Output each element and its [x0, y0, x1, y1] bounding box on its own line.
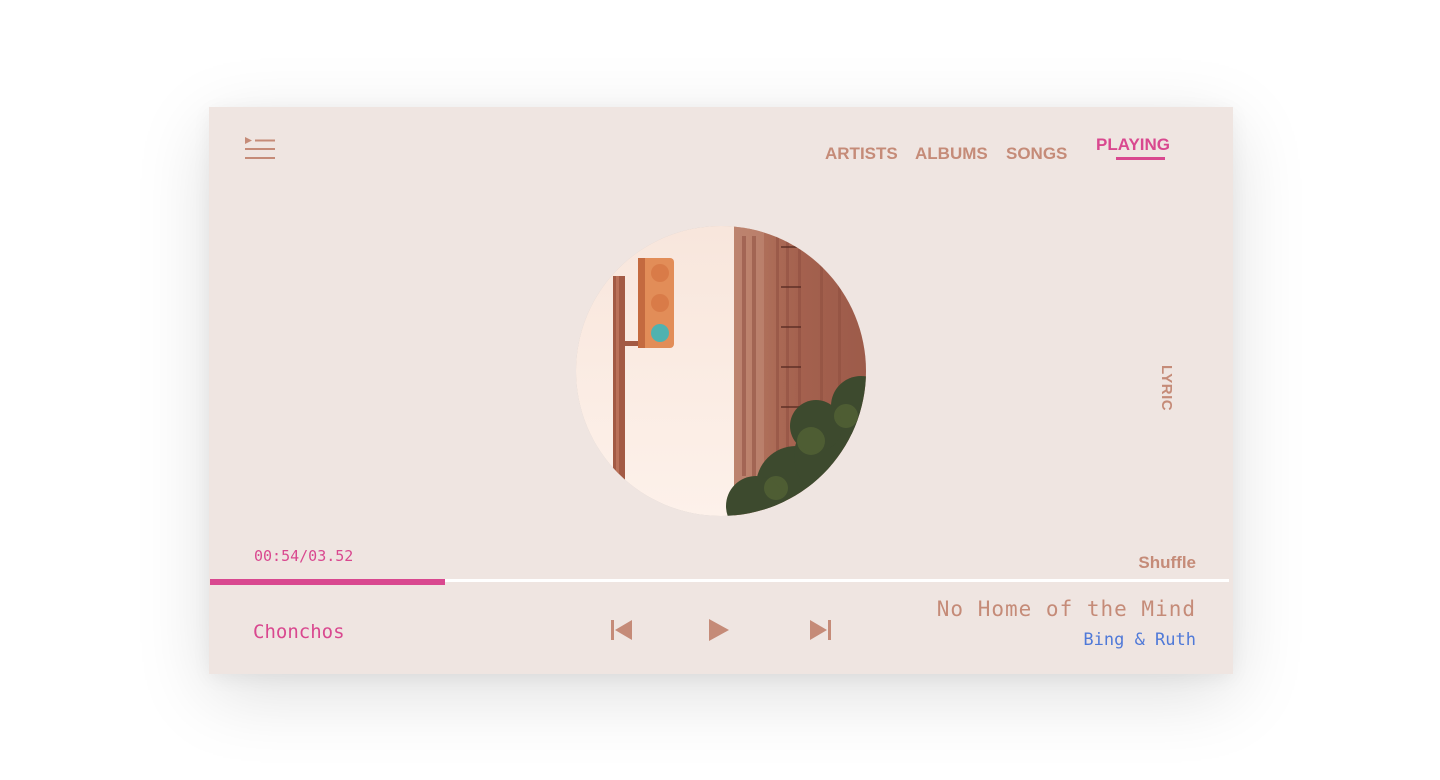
time-display: 00:54/03.52: [254, 547, 354, 565]
play-icon: [709, 619, 729, 641]
previous-button[interactable]: [607, 615, 637, 645]
progress-bar[interactable]: [210, 579, 1229, 585]
playlist-menu-icon: [245, 137, 275, 159]
track-artist[interactable]: Bing & Ruth: [1083, 630, 1196, 650]
current-playlist-name[interactable]: Chonchos: [253, 621, 345, 643]
playlist-menu-button[interactable]: [243, 135, 277, 163]
music-player: ARTISTS ALBUMS SONGS PLAYING LYRIC 00:54…: [209, 107, 1233, 674]
active-tab-indicator: [1116, 157, 1165, 160]
play-button[interactable]: [704, 615, 734, 645]
skip-next-icon: [810, 620, 831, 640]
tab-playing[interactable]: PLAYING: [1096, 135, 1170, 160]
tab-songs[interactable]: SONGS: [1006, 144, 1067, 164]
track-title: No Home of the Mind: [936, 597, 1196, 621]
tab-albums[interactable]: ALBUMS: [915, 144, 988, 164]
lyric-toggle[interactable]: LYRIC: [1158, 365, 1175, 411]
shuffle-button[interactable]: Shuffle: [1138, 553, 1196, 573]
next-button[interactable]: [805, 615, 835, 645]
skip-previous-icon: [611, 620, 632, 640]
tab-playing-label: PLAYING: [1096, 135, 1171, 154]
tab-artists[interactable]: ARTISTS: [825, 144, 898, 164]
progress-fill: [210, 579, 446, 585]
main-nav: ARTISTS ALBUMS SONGS PLAYING: [825, 135, 1185, 165]
album-cover-image: [576, 226, 866, 516]
album-cover: [576, 226, 866, 516]
